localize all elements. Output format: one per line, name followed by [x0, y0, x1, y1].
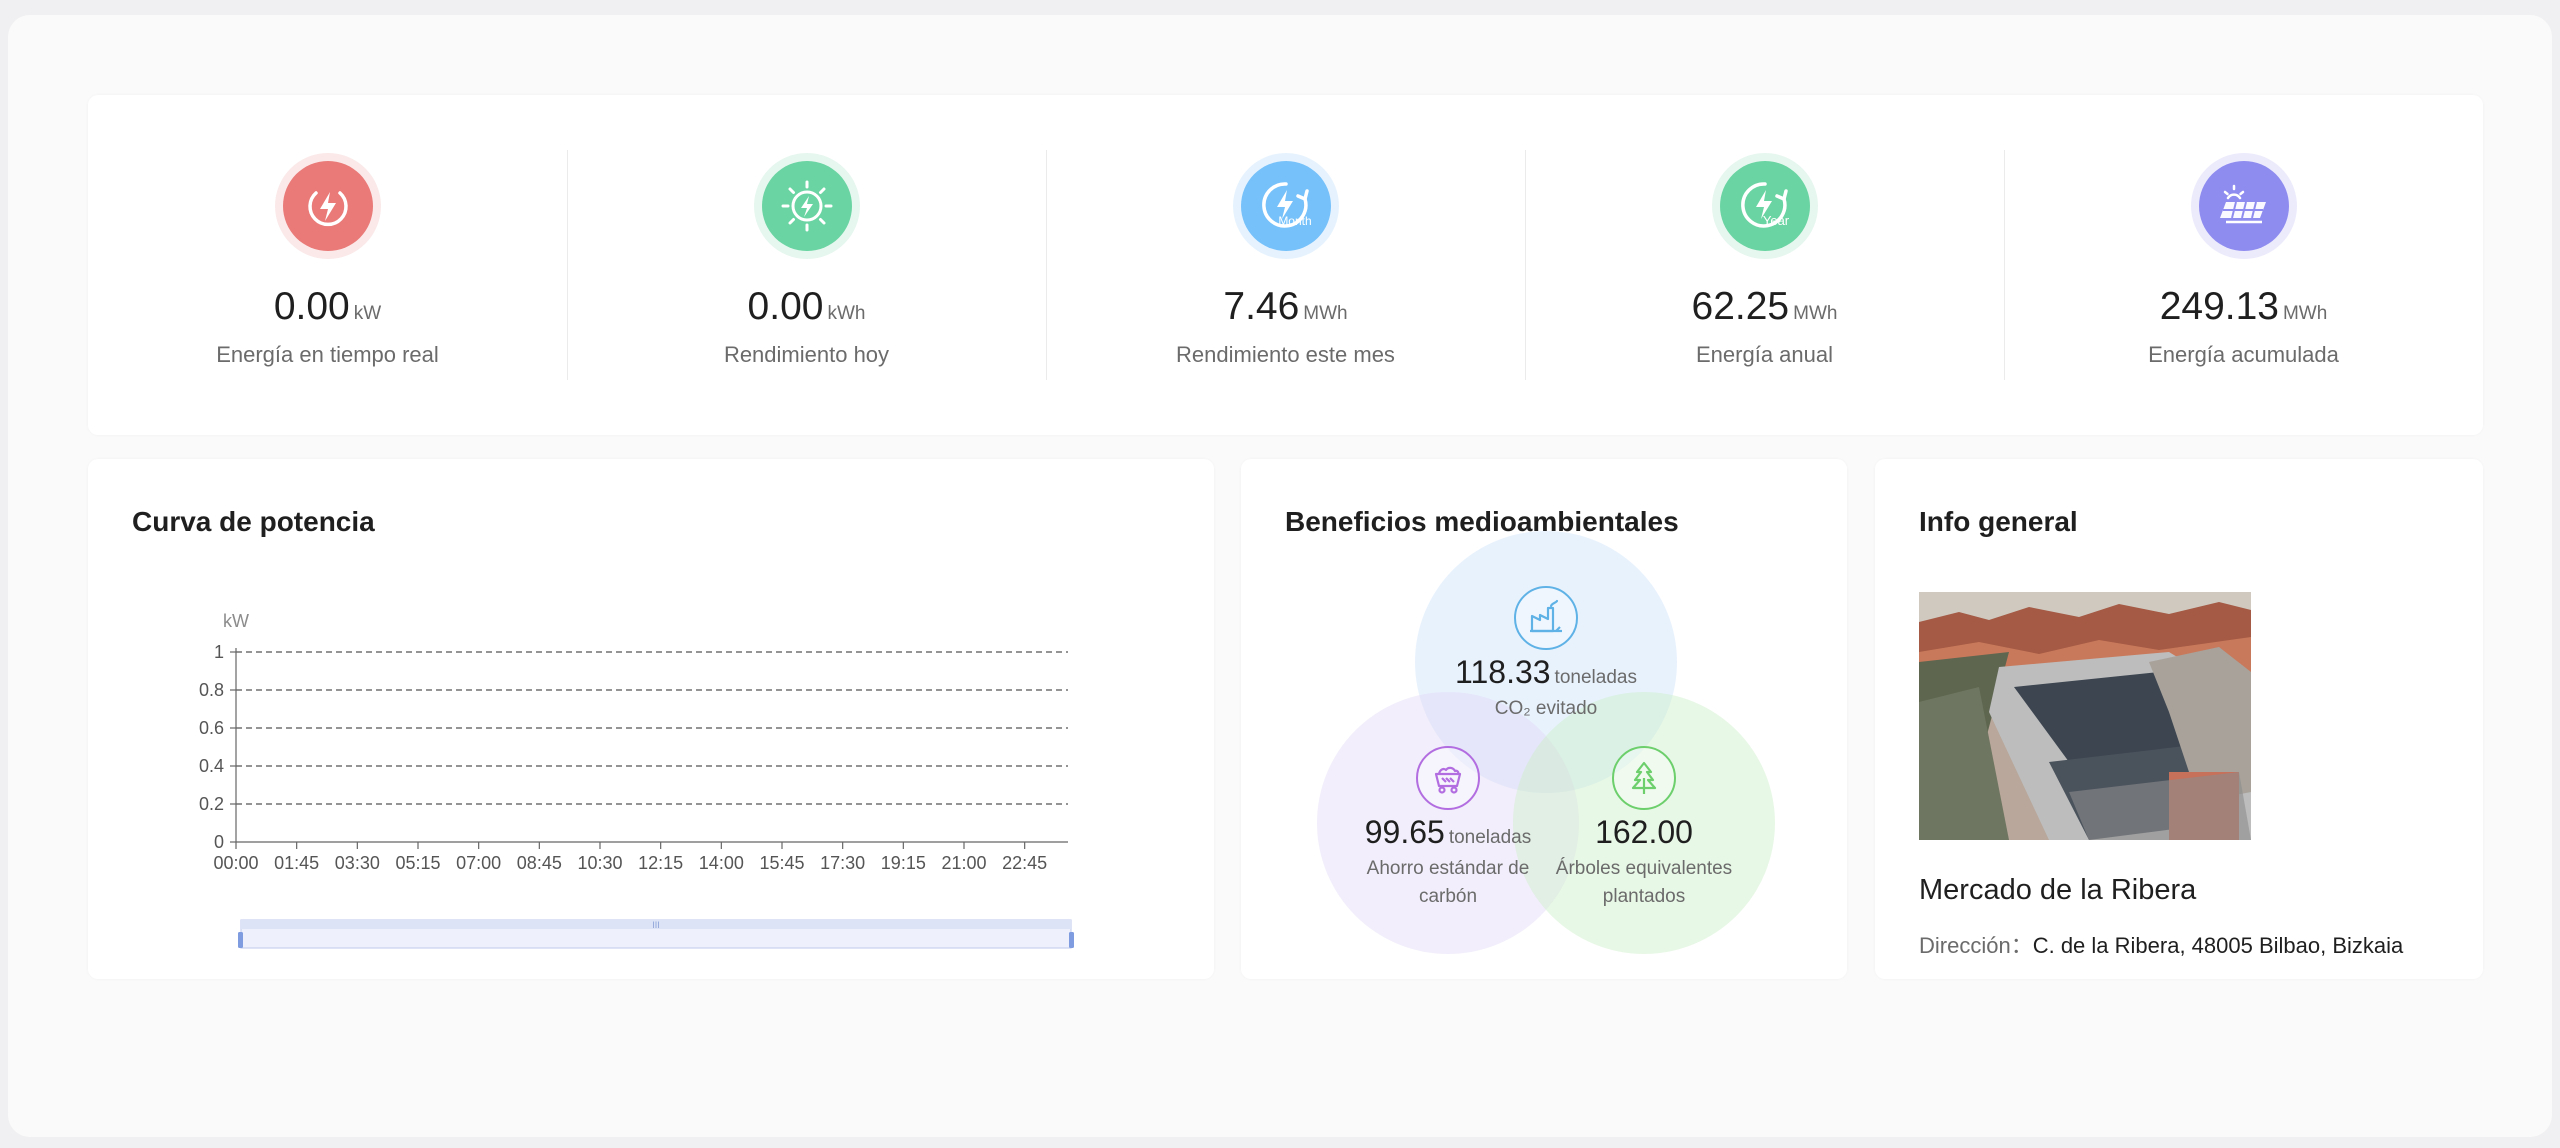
y-tick-label: 0.6 [199, 718, 224, 738]
plant-photo [1919, 592, 2251, 840]
general-info-card: Info general Mercado de la Ribera Direcc… [1875, 459, 2483, 979]
site-name: Mercado de la Ribera [1919, 874, 2197, 906]
y-tick-label: 1 [214, 642, 224, 662]
stat-value: 62.25 [1691, 285, 1790, 328]
x-tick-label: 12:15 [638, 853, 683, 873]
stat-value: 0.00 [273, 285, 350, 328]
x-tick-label: 19:15 [881, 853, 926, 873]
page-background: 0.00 kW Energía en tiempo real 0.00 kWh Re… [8, 15, 2552, 1137]
x-tick-label: 08:45 [517, 853, 562, 873]
tree-icon [1612, 746, 1676, 810]
coal-cart-icon [1416, 746, 1480, 810]
zoom-slider-left-handle [238, 932, 243, 948]
stat-yield-today: 0.00 kWh Rendimiento hoy [567, 95, 1046, 435]
stat-value: 0.00 [747, 285, 824, 328]
year-energy-icon: Year [1719, 161, 1810, 251]
realtime-power-icon [282, 161, 373, 251]
stat-unit: MWh [1793, 303, 1838, 324]
solar-panel-icon [2198, 161, 2289, 251]
co2-metric: 118.33 toneladas CO₂ evitado [1396, 654, 1696, 723]
y-tick-label: 0 [214, 832, 224, 852]
co2-unit: toneladas [1554, 667, 1637, 688]
energy-summary-card: 0.00 kW Energía en tiempo real 0.00 kWh Re… [88, 95, 2483, 435]
stat-value: 249.13 [2159, 285, 2279, 328]
sun-energy-icon [761, 161, 852, 251]
y-axis-unit: kW [223, 611, 249, 631]
x-tick-label: 01:45 [274, 853, 319, 873]
x-tick-label: 21:00 [941, 853, 986, 873]
stat-annual-energy: Year 62.25 MWh Energía anual [1525, 95, 2004, 435]
zoom-slider-right-handle [1069, 932, 1074, 948]
stat-label: Energía acumulada [2148, 342, 2339, 367]
stat-yield-month: Month 7.46 MWh Rendimiento este mes [1046, 95, 1525, 435]
trees-metric: 162.00 Árboles equivalentes plantados [1494, 814, 1794, 911]
power-curve-card: Curva de potencia kW 0 0.2 0.4 0.6 0.8 1 00:00 0… [88, 459, 1214, 979]
x-tick-label: 00:00 [213, 853, 258, 873]
stat-unit: MWh [2282, 303, 2328, 324]
y-tick-label: 0.4 [199, 756, 224, 776]
stat-label: Rendimiento hoy [723, 342, 890, 367]
environmental-benefits-card: Beneficios medioambientales 118.33 tonela… [1241, 459, 1847, 979]
y-tick-label: 0.2 [199, 794, 224, 814]
stat-cumulative-energy: 249.13 MWh Energía acumulada [2004, 95, 2483, 435]
x-tick-label: 10:30 [577, 853, 622, 873]
coal-value: 99.65 [1364, 814, 1445, 850]
year-icon-text: Year [1762, 213, 1789, 228]
x-tick-label: 17:30 [820, 853, 865, 873]
stat-icon-ring [753, 153, 860, 259]
zoom-slider-grip: III [652, 920, 660, 930]
general-info-title: Info general [1919, 506, 2078, 537]
factory-icon [1514, 586, 1578, 650]
stat-icon-ring: Month [1232, 153, 1339, 259]
x-tick-label: 22:45 [1002, 853, 1047, 873]
stat-icon-ring: Year [1711, 153, 1818, 259]
address-line: Dirección：C. de la Ribera, 48005 Bilbao,… [1919, 928, 2403, 960]
x-tick-label: 07:00 [456, 853, 501, 873]
environmental-benefits-title: Beneficios medioambientales [1285, 506, 1679, 537]
x-tick-label: 03:30 [335, 853, 380, 873]
stat-icon-ring [2190, 153, 2297, 259]
address-label: Dirección： [1919, 933, 2033, 958]
stat-unit: MWh [1303, 303, 1348, 324]
co2-value: 118.33 [1455, 654, 1551, 690]
stat-label: Energía en tiempo real [216, 342, 439, 367]
power-curve-chart: kW 0 0.2 0.4 0.6 0.8 1 00:00 01:45 03:30 05:15 07:0… [199, 611, 1074, 949]
stat-unit: kW [353, 303, 382, 324]
stat-unit: kWh [827, 303, 866, 324]
trees-value: 162.00 [1595, 814, 1693, 850]
co2-label: CO₂ evitado [1494, 698, 1598, 719]
x-tick-label: 15:45 [759, 853, 804, 873]
x-tick-label: 14:00 [699, 853, 744, 873]
address-value: C. de la Ribera, 48005 Bilbao, Bizkaia [2032, 933, 2404, 958]
x-tick-label: 05:15 [395, 853, 440, 873]
stat-icon-ring [274, 153, 381, 259]
month-energy-icon: Month [1240, 161, 1331, 251]
month-icon-text: Month [1278, 214, 1311, 228]
trees-label: Árboles equivalentes plantados [1555, 858, 1733, 907]
stat-value: 7.46 [1223, 285, 1300, 328]
stat-realtime-power: 0.00 kW Energía en tiempo real [88, 95, 567, 435]
stat-label: Energía anual [1696, 342, 1833, 367]
stat-label: Rendimiento este mes [1176, 342, 1395, 367]
y-tick-label: 0.8 [199, 680, 224, 700]
